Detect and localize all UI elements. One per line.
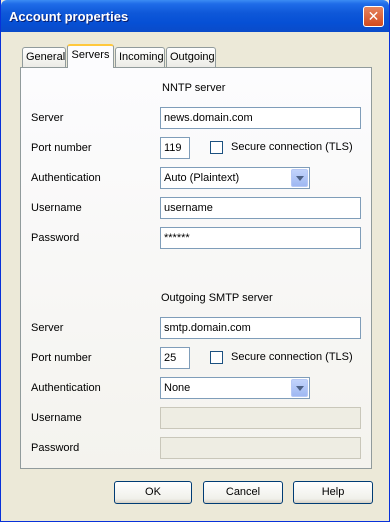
nntp-server-label: Server [31,112,64,124]
smtp-auth-label: Authentication [31,382,101,394]
nntp-section-heading: NNTP server [162,82,226,94]
ok-button[interactable]: OK [114,481,192,504]
nntp-server-input[interactable]: news.domain.com [160,107,361,129]
tab-general[interactable]: General [22,47,66,67]
chevron-down-icon[interactable] [291,169,308,187]
nntp-auth-value: Auto (Plaintext) [164,172,240,184]
nntp-password-label: Password [31,232,80,244]
smtp-username-input[interactable] [160,407,361,429]
smtp-auth-value: None [164,382,191,394]
tab-outgoing[interactable]: Outgoing [166,47,216,67]
nntp-auth-label: Authentication [31,172,101,184]
tab-incoming[interactable]: Incoming [115,47,165,67]
help-button[interactable]: Help [293,481,373,504]
window-title: Account properties [9,9,129,24]
nntp-secure-checkbox[interactable] [210,141,223,154]
smtp-server-input[interactable]: smtp.domain.com [160,317,361,339]
close-button[interactable]: ✕ [363,6,384,27]
nntp-port-label: Port number [31,142,92,154]
smtp-secure-checkbox[interactable] [210,351,223,364]
nntp-secure-label[interactable]: Secure connection (TLS) [231,141,353,153]
nntp-port-input[interactable]: 119 [160,137,190,159]
smtp-auth-select[interactable]: None [160,377,310,399]
smtp-password-input[interactable] [160,437,361,459]
smtp-password-label: Password [31,442,80,454]
smtp-port-input[interactable]: 25 [160,347,190,369]
tab-servers[interactable]: Servers [67,44,114,68]
title-bar[interactable]: Account properties ✕ [1,0,389,32]
nntp-auth-select[interactable]: Auto (Plaintext) [160,167,310,189]
chevron-down-icon[interactable] [291,379,308,397]
nntp-username-input[interactable]: username [160,197,361,219]
nntp-password-input[interactable]: ****** [160,227,361,249]
close-icon: ✕ [367,8,380,24]
smtp-server-label: Server [31,322,64,334]
account-properties-window: Account properties ✕ General Servers Inc… [0,0,390,522]
cancel-button[interactable]: Cancel [203,481,283,504]
nntp-username-label: Username [31,202,82,214]
smtp-port-label: Port number [31,352,92,364]
smtp-section-heading: Outgoing SMTP server [161,292,273,304]
smtp-username-label: Username [31,412,82,424]
smtp-secure-label[interactable]: Secure connection (TLS) [231,351,353,363]
